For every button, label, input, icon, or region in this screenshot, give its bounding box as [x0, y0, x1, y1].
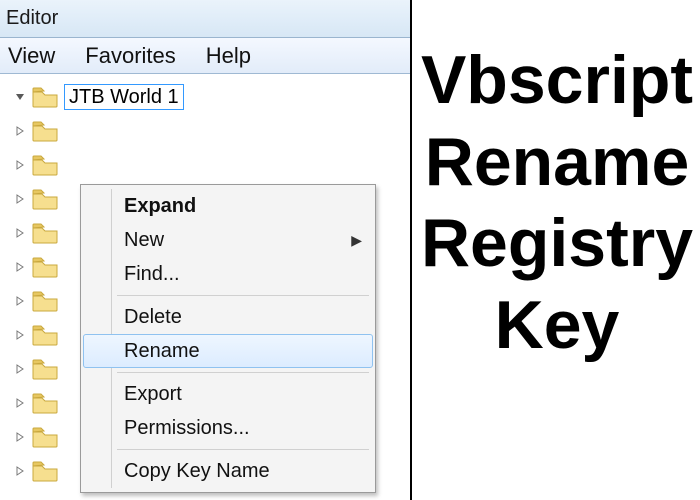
headline: Vbscript Rename Registry Key — [420, 40, 694, 366]
tree-row[interactable] — [2, 148, 410, 182]
expander-collapsed-icon[interactable] — [12, 225, 28, 241]
window-titlebar[interactable]: Editor — [0, 0, 410, 38]
context-menu-delete[interactable]: Delete — [83, 300, 373, 334]
menu-help[interactable]: Help — [206, 43, 251, 69]
tree-row-selected[interactable]: JTB World 1 — [2, 80, 410, 114]
tree-row[interactable] — [2, 114, 410, 148]
folder-icon — [32, 358, 58, 380]
expander-collapsed-icon[interactable] — [12, 123, 28, 139]
folder-icon — [32, 188, 58, 210]
folder-icon — [32, 222, 58, 244]
expander-collapsed-icon[interactable] — [12, 191, 28, 207]
rename-key-input[interactable]: JTB World 1 — [64, 84, 184, 110]
expander-collapsed-icon[interactable] — [12, 463, 28, 479]
headline-line-2: Rename — [420, 122, 694, 204]
expander-collapsed-icon[interactable] — [12, 327, 28, 343]
expander-collapsed-icon[interactable] — [12, 293, 28, 309]
folder-icon — [32, 426, 58, 448]
key-tree: JTB World 1 Expand New ▶ Find. — [0, 74, 410, 488]
headline-line-3: Registry — [420, 203, 694, 285]
folder-icon — [32, 290, 58, 312]
context-menu: Expand New ▶ Find... Delete Rename Expor… — [80, 184, 376, 493]
folder-icon — [32, 324, 58, 346]
registry-editor-window: Editor View Favorites Help JTB World 1 — [0, 0, 412, 500]
folder-icon — [32, 120, 58, 142]
context-menu-rename[interactable]: Rename — [83, 334, 373, 368]
menu-favorites[interactable]: Favorites — [85, 43, 175, 69]
folder-icon — [32, 154, 58, 176]
context-menu-permissions[interactable]: Permissions... — [83, 411, 373, 445]
context-menu-export[interactable]: Export — [83, 377, 373, 411]
context-menu-new-label: New — [124, 229, 164, 252]
menu-view[interactable]: View — [8, 43, 55, 69]
context-menu-separator — [117, 449, 369, 450]
context-menu-separator — [117, 295, 369, 296]
folder-icon — [32, 392, 58, 414]
expander-open-icon[interactable] — [12, 89, 28, 105]
expander-collapsed-icon[interactable] — [12, 429, 28, 445]
headline-line-1: Vbscript — [420, 40, 694, 122]
context-menu-new[interactable]: New ▶ — [83, 223, 373, 257]
folder-icon — [32, 256, 58, 278]
context-menu-expand[interactable]: Expand — [83, 189, 373, 223]
context-menu-separator — [117, 372, 369, 373]
expander-collapsed-icon[interactable] — [12, 157, 28, 173]
window-title: Editor — [6, 7, 58, 30]
expander-collapsed-icon[interactable] — [12, 395, 28, 411]
folder-icon — [32, 86, 58, 108]
expander-collapsed-icon[interactable] — [12, 259, 28, 275]
submenu-arrow-icon: ▶ — [351, 232, 362, 249]
context-menu-find[interactable]: Find... — [83, 257, 373, 291]
expander-collapsed-icon[interactable] — [12, 361, 28, 377]
menu-bar: View Favorites Help — [0, 38, 410, 74]
context-menu-copy-key-name[interactable]: Copy Key Name — [83, 454, 373, 488]
folder-icon — [32, 460, 58, 482]
headline-line-4: Key — [420, 285, 694, 367]
